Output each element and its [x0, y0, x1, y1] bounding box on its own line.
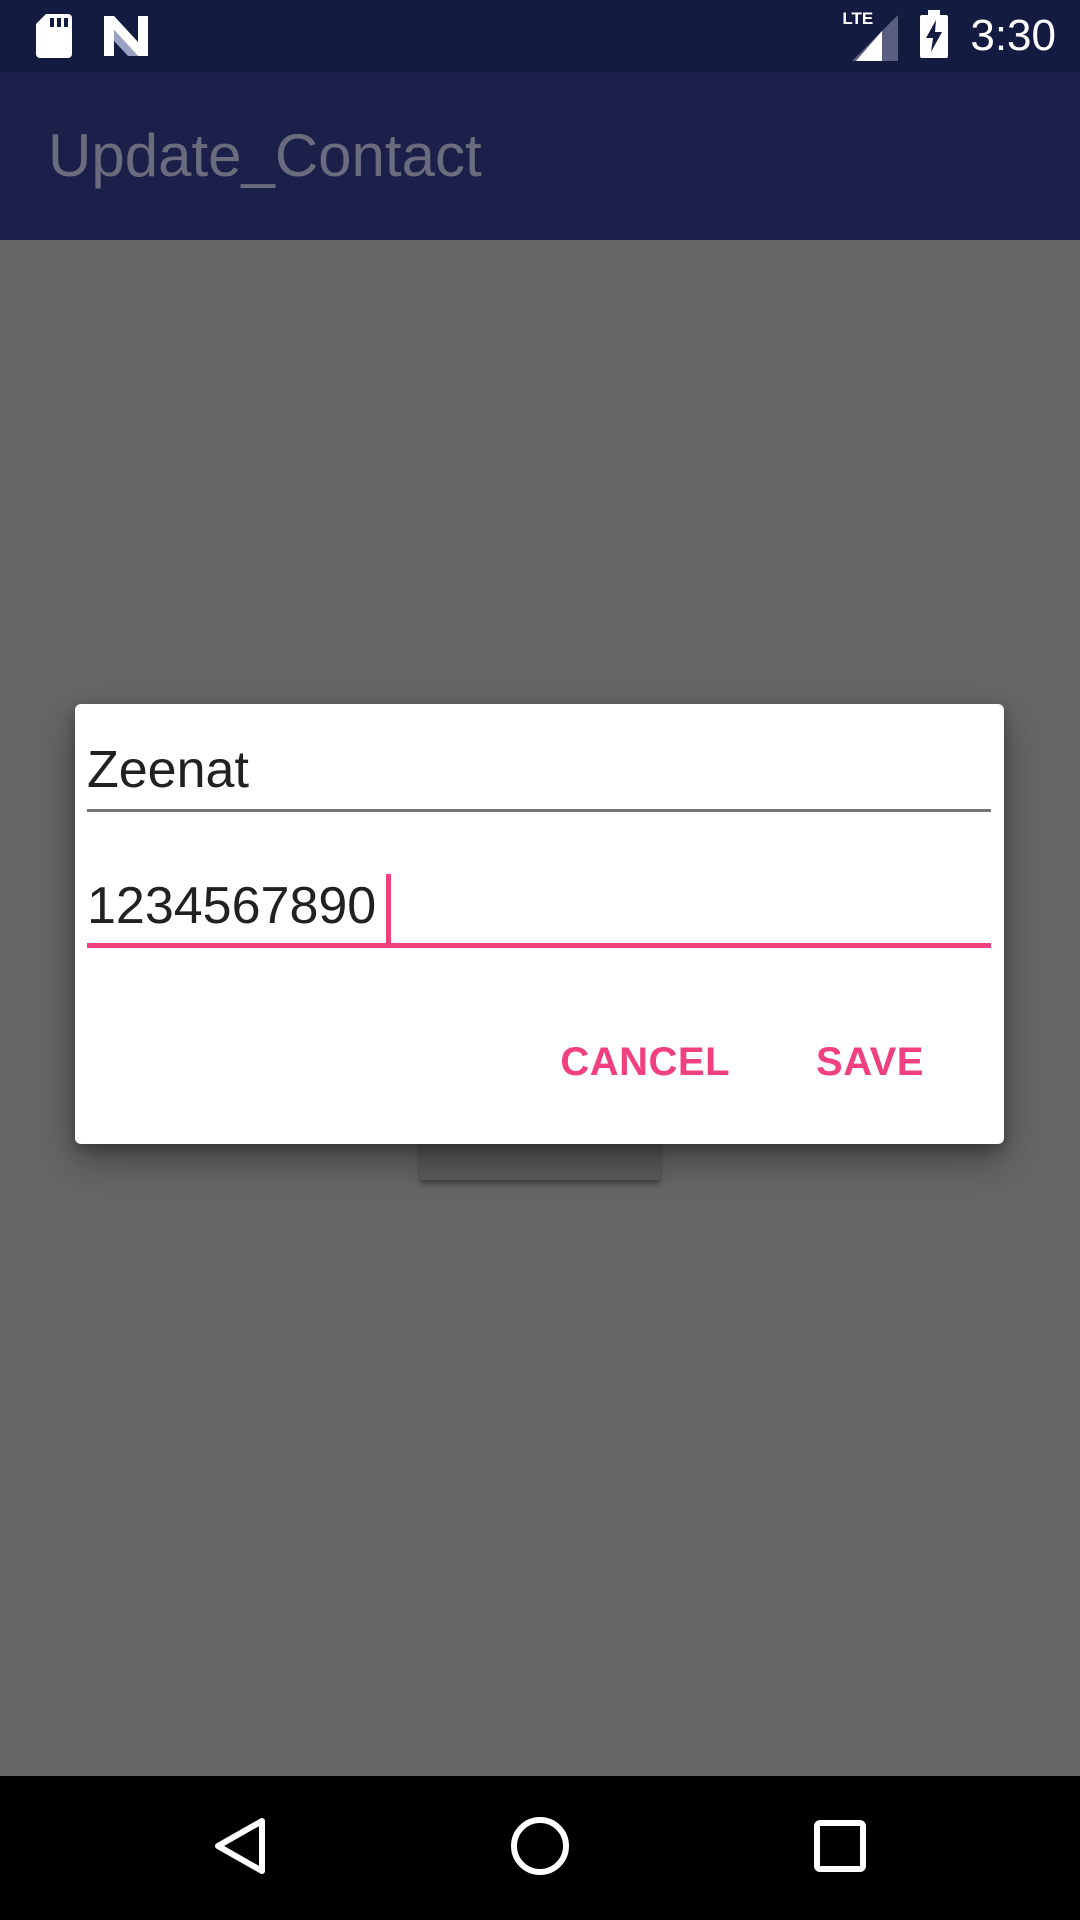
dialog-actions: CANCEL SAVE [530, 1030, 954, 1095]
home-icon [509, 1815, 571, 1881]
status-left-icons [36, 14, 148, 62]
save-button[interactable]: SAVE [786, 1030, 954, 1095]
update-contact-dialog: CANCEL SAVE [75, 704, 1004, 1144]
back-icon [210, 1815, 270, 1881]
phone-field-container [87, 868, 991, 948]
lte-signal-icon: LTE [842, 9, 899, 61]
cancel-button[interactable]: CANCEL [530, 1030, 760, 1095]
nav-home-button[interactable] [460, 1776, 620, 1920]
name-field-container [87, 732, 991, 812]
text-cursor [386, 874, 391, 946]
n-logo-icon [104, 16, 148, 60]
sd-card-icon [36, 14, 72, 62]
recents-icon [813, 1819, 867, 1877]
app-bar: Update_Contact [0, 72, 1080, 240]
navigation-bar [0, 1776, 1080, 1920]
name-input[interactable] [87, 732, 991, 808]
battery-charging-icon [920, 10, 949, 62]
network-type-label: LTE [842, 9, 874, 28]
nav-recents-button[interactable] [760, 1776, 920, 1920]
status-right-icons: LTE 3:30 [842, 9, 1056, 62]
app-title: Update_Contact [48, 122, 482, 189]
nav-back-button[interactable] [160, 1776, 320, 1920]
status-bar: LTE 3:30 [0, 0, 1080, 72]
background-button [420, 1140, 660, 1180]
status-time: 3:30 [970, 11, 1056, 60]
phone-input[interactable] [87, 868, 991, 944]
